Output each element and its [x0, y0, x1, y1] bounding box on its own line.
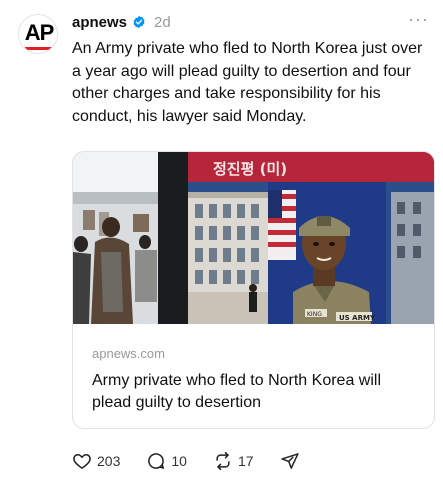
- more-icon[interactable]: ···: [408, 10, 429, 28]
- repost-count: 17: [237, 453, 254, 469]
- ap-logo: AP: [24, 20, 55, 45]
- post-header: apnews 2d: [72, 12, 171, 32]
- avatar[interactable]: AP: [18, 14, 58, 54]
- share-button[interactable]: [280, 451, 300, 471]
- verified-icon: [133, 15, 145, 29]
- repost-icon: [216, 451, 230, 471]
- link-card[interactable]: 정진평 (미) KING US ARMY apnews.com Army pri…: [72, 151, 435, 429]
- username[interactable]: apnews: [72, 14, 127, 31]
- reply-button[interactable]: 10: [146, 451, 187, 471]
- share-icon: [280, 453, 299, 469]
- action-bar: 203 10 17: [72, 449, 326, 473]
- link-card-image: 정진평 (미) KING US ARMY: [73, 152, 434, 324]
- image-overlay-text: 정진평 (미): [213, 160, 287, 178]
- comment-icon: [148, 453, 165, 469]
- like-button[interactable]: 203: [72, 451, 120, 471]
- reply-count: 10: [171, 453, 187, 469]
- ap-logo-bar: [25, 47, 53, 50]
- post-caption: An Army private who fled to North Korea …: [72, 40, 423, 125]
- link-card-domain: apnews.com: [92, 346, 165, 361]
- post: AP apnews 2d ··· An Army private who fle…: [0, 0, 443, 479]
- heart-icon: [73, 454, 91, 469]
- repost-button[interactable]: 17: [213, 451, 254, 471]
- link-card-title: Army private who fled to North Korea wil…: [92, 372, 381, 411]
- image-badge-text: KING: [307, 311, 322, 318]
- image-name-text: US ARMY: [339, 314, 376, 322]
- like-count: 203: [97, 453, 121, 469]
- timestamp[interactable]: 2d: [154, 14, 171, 31]
